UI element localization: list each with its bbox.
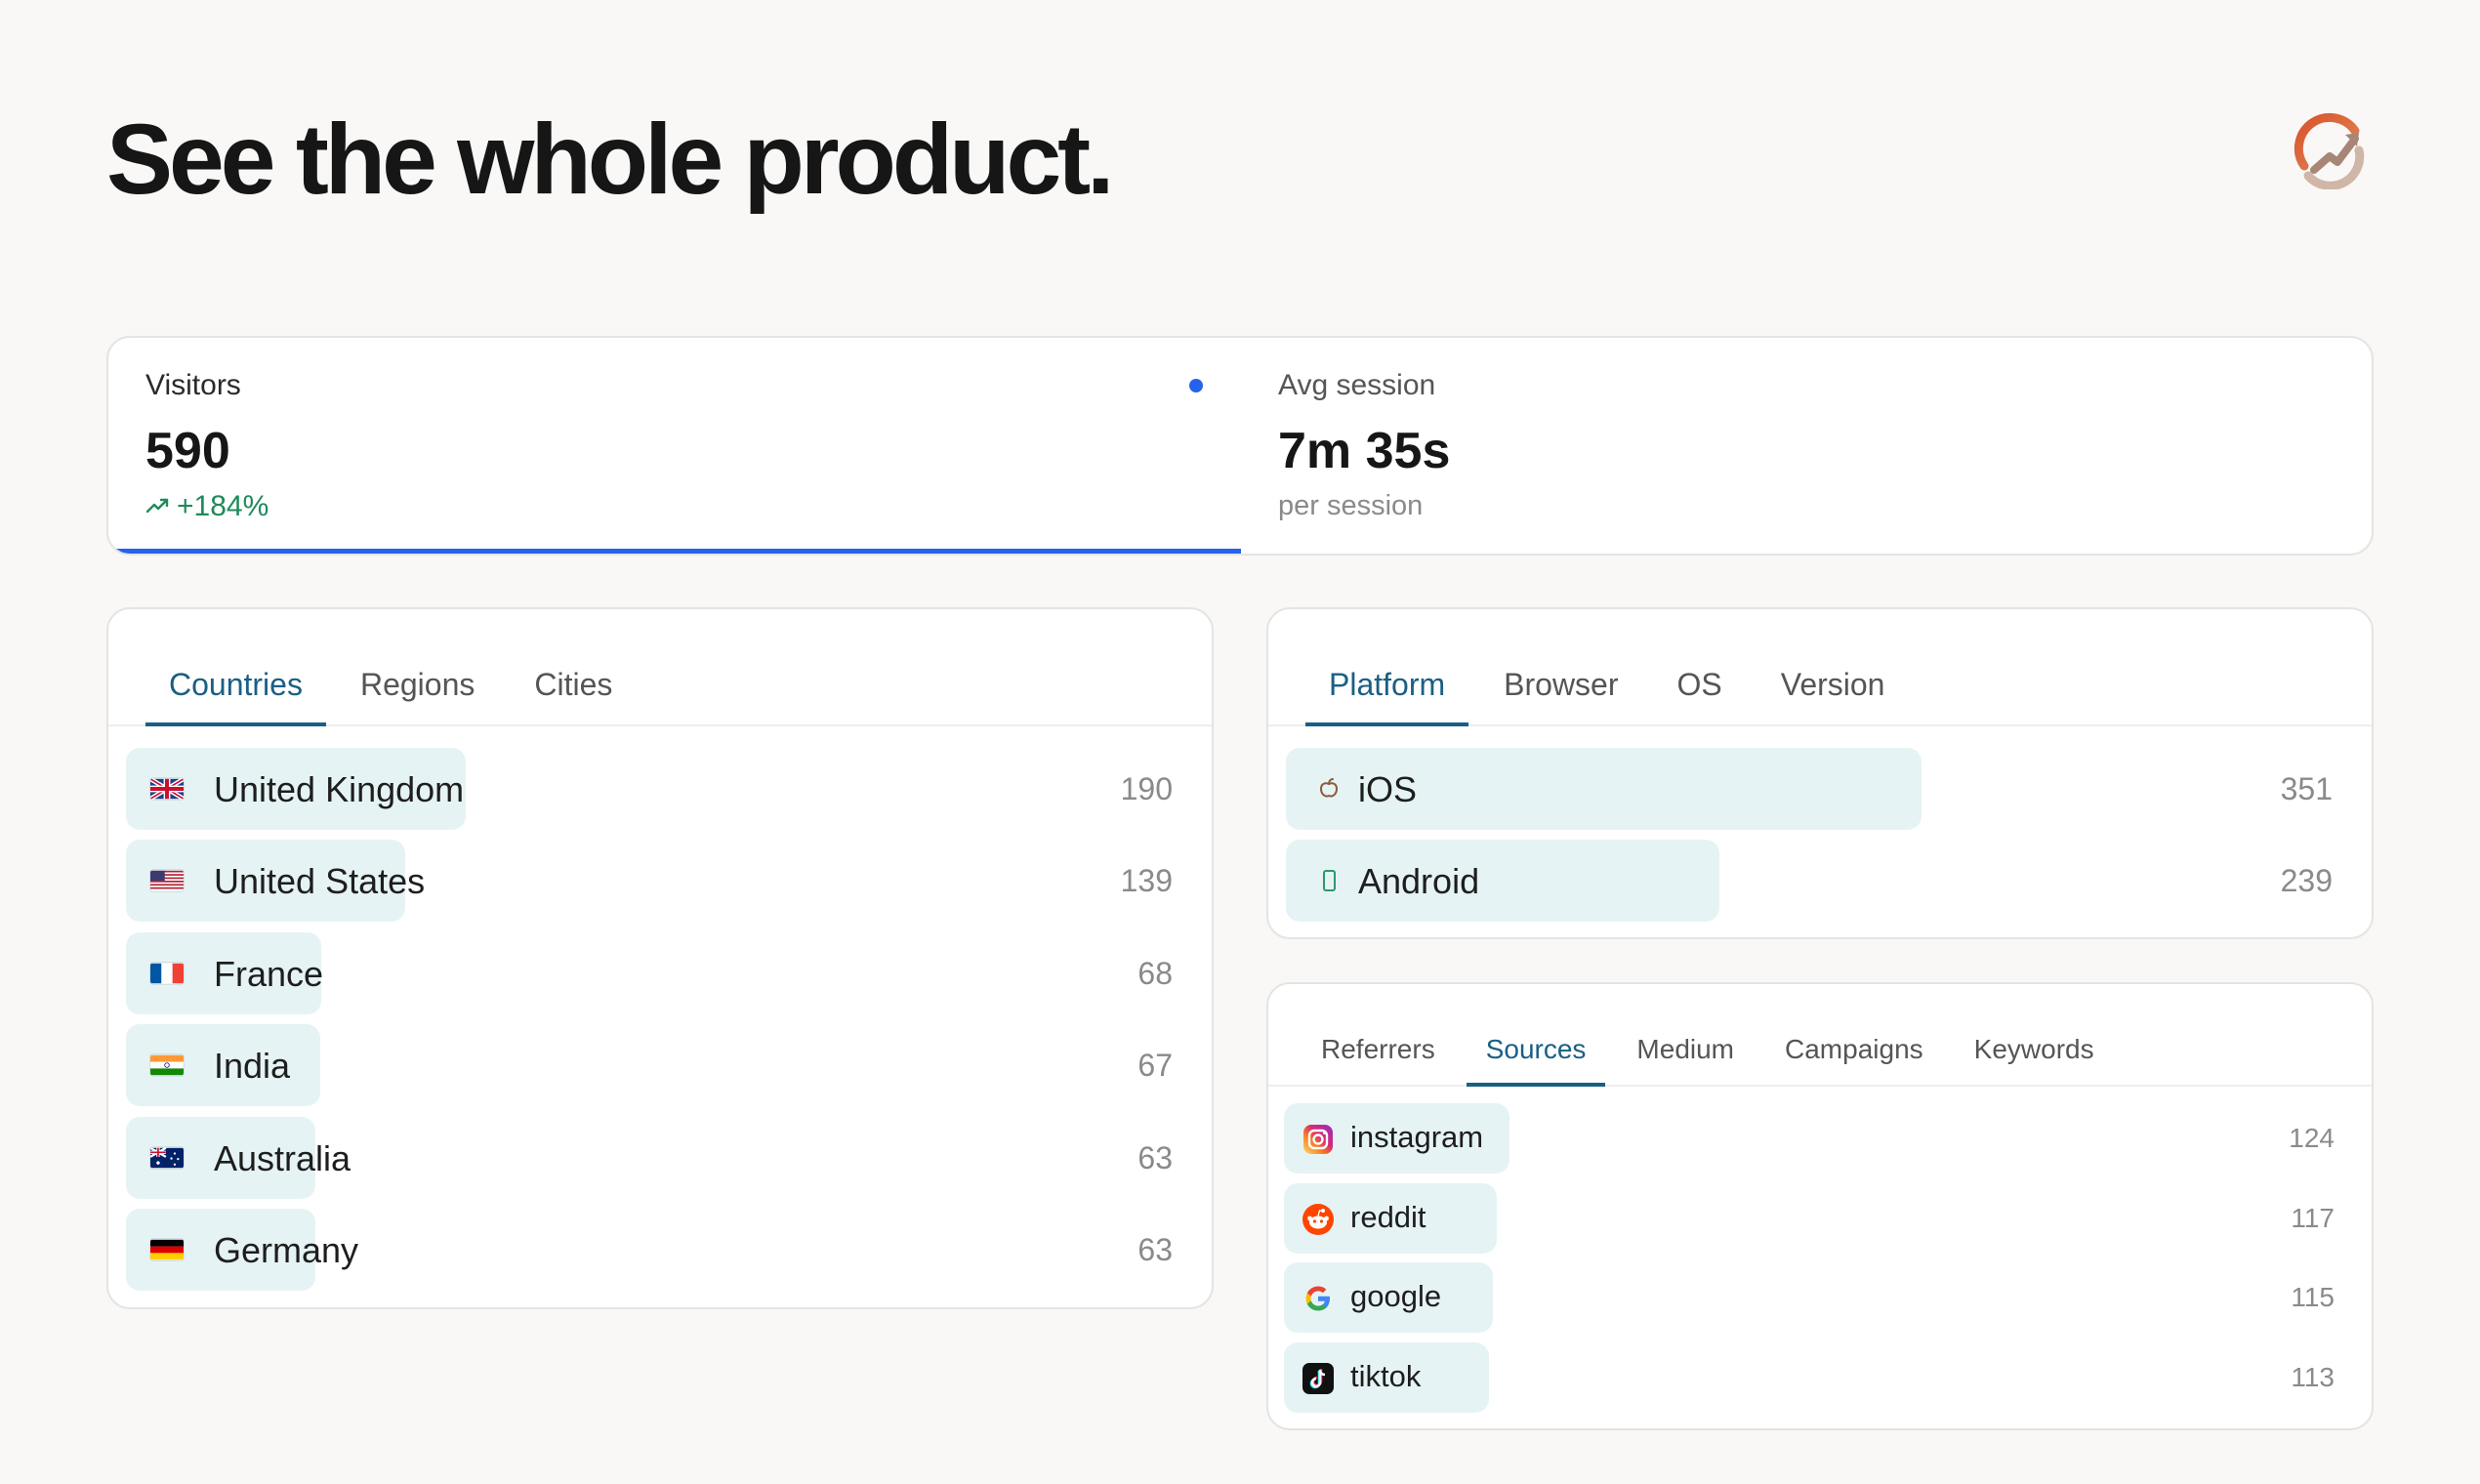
uk-flag-icon [147, 769, 186, 808]
countries-row[interactable]: Germany 63 [126, 1209, 1194, 1291]
row-count: 139 [1120, 863, 1173, 899]
countries-row[interactable]: France 68 [126, 931, 1194, 1014]
row-count: 117 [2291, 1202, 2335, 1233]
tab-medium[interactable]: Medium [1634, 984, 1736, 1085]
row-count: 67 [1137, 1048, 1173, 1084]
active-stat-underline [108, 549, 1241, 554]
avg-session-label: Avg session [1278, 369, 1436, 401]
apple-icon [1309, 769, 1348, 808]
tab-regions[interactable]: Regions [358, 609, 476, 724]
row-count: 63 [1137, 1139, 1173, 1175]
avg-session-stat[interactable]: Avg session 7m 35s per session [1241, 338, 2372, 554]
sources-row[interactable]: tiktok 113 [1284, 1341, 2356, 1413]
sources-tabs: Referrers Sources Medium Campaigns Keywo… [1268, 984, 2372, 1087]
tab-platform[interactable]: Platform [1305, 609, 1469, 726]
sources-row[interactable]: google 115 [1284, 1262, 2356, 1333]
visitors-delta-text: +184% [177, 490, 269, 522]
visitors-delta: +184% [145, 490, 269, 523]
india-flag-icon [147, 1046, 186, 1085]
instagram-icon [1302, 1123, 1335, 1156]
tab-keywords[interactable]: Keywords [1972, 984, 2096, 1085]
avg-session-sub: per session [1278, 490, 1424, 521]
row-count: 113 [2291, 1361, 2335, 1392]
row-label: tiktok [1350, 1358, 1422, 1393]
row-label: France [214, 953, 324, 994]
sources-row[interactable]: instagram 124 [1284, 1103, 2356, 1174]
row-label: United States [214, 861, 426, 902]
row-count: 239 [2280, 863, 2333, 898]
sources-card: Referrers Sources Medium Campaigns Keywo… [1266, 982, 2374, 1430]
row-label: Android [1358, 861, 1480, 901]
countries-row[interactable]: United States 139 [126, 840, 1194, 923]
platform-tabs: Platform Browser OS Version [1268, 609, 2372, 726]
us-flag-icon [147, 861, 186, 900]
row-count: 190 [1120, 771, 1173, 806]
countries-tabs: Countries Regions Cities [108, 609, 1212, 726]
trending-up-icon [145, 490, 171, 523]
countries-card: Countries Regions Cities United Kingdom 1… [106, 607, 1214, 1309]
countries-row[interactable]: United Kingdom 190 [126, 748, 1194, 830]
row-label: United Kingdom [214, 769, 465, 809]
row-count: 68 [1137, 955, 1173, 991]
row-label: iOS [1358, 769, 1418, 809]
tab-cities[interactable]: Cities [532, 609, 614, 724]
tiktok-icon [1302, 1362, 1335, 1395]
row-label: instagram [1350, 1120, 1484, 1154]
countries-row[interactable]: Australia 63 [126, 1116, 1194, 1199]
row-value-bar [1286, 840, 1719, 922]
visitors-label: Visitors [145, 369, 241, 401]
platform-row[interactable]: iOS 351 [1286, 748, 2354, 830]
row-label: Germany [214, 1230, 359, 1270]
row-label: India [214, 1046, 291, 1087]
countries-row[interactable]: India 67 [126, 1024, 1194, 1107]
tab-browser[interactable]: Browser [1502, 609, 1620, 724]
sources-row[interactable]: reddit 117 [1284, 1182, 2356, 1254]
phone-icon [1309, 861, 1348, 900]
row-count: 115 [2291, 1282, 2335, 1312]
visitors-stat[interactable]: Visitors 590 +184% [108, 338, 1241, 554]
reddit-icon [1302, 1203, 1335, 1236]
row-label: reddit [1350, 1199, 1426, 1234]
page-headline: See the whole product. [106, 103, 1114, 215]
avg-session-value: 7m 35s [1278, 423, 1451, 479]
tab-referrers[interactable]: Referrers [1319, 984, 1437, 1085]
platform-card: Platform Browser OS Version iOS 351 Androi… [1266, 607, 2374, 939]
row-count: 124 [2289, 1123, 2335, 1153]
platform-row[interactable]: Android 239 [1286, 840, 2354, 922]
germany-flag-icon [147, 1230, 186, 1269]
active-indicator-dot [1189, 379, 1203, 392]
tab-os[interactable]: OS [1675, 609, 1724, 724]
rising-chart-circle-icon [2291, 111, 2369, 190]
tab-version[interactable]: Version [1779, 609, 1887, 724]
stats-card: Visitors 590 +184% Avg session 7m 35s pe… [106, 336, 2374, 556]
australia-flag-icon [147, 1138, 186, 1177]
google-icon [1302, 1282, 1335, 1315]
france-flag-icon [147, 954, 186, 993]
visitors-value: 590 [145, 423, 230, 479]
tab-countries[interactable]: Countries [145, 609, 326, 726]
row-label: google [1350, 1279, 1442, 1313]
row-count: 351 [2280, 771, 2333, 806]
tab-sources[interactable]: Sources [1466, 984, 1606, 1087]
row-label: Australia [214, 1137, 351, 1178]
row-count: 63 [1137, 1232, 1173, 1267]
tab-campaigns[interactable]: Campaigns [1783, 984, 1925, 1085]
